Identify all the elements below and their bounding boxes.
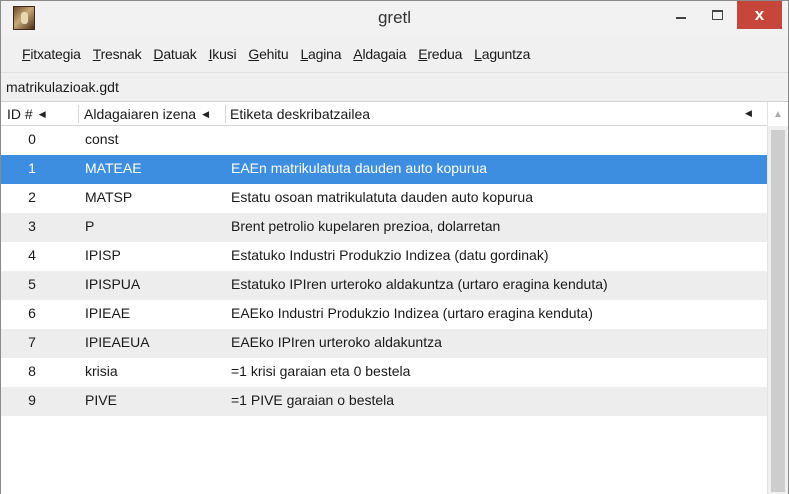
menu-datuak[interactable]: Datuak — [153, 46, 196, 62]
menu-lagina[interactable]: Lagina — [300, 46, 341, 62]
variable-id: 1 — [28, 160, 36, 176]
minimize-icon — [676, 17, 686, 19]
variable-rows: 0 const 1 MATEAE EAEn matrikulatuta dauden a… — [1, 126, 767, 416]
menu-aldagaia[interactable]: Aldagaia — [353, 46, 406, 62]
variable-id: 3 — [28, 218, 36, 234]
menu-label: ehitu — [259, 45, 289, 62]
menu-bar: Fitxategia Tresnak Datuak Ikusi Gehitu L… — [1, 35, 788, 73]
menu-fitxategia[interactable]: Fitxategia — [22, 46, 81, 62]
variable-label: =1 PIVE garaian o bestela — [231, 392, 395, 408]
maximize-icon — [711, 10, 723, 20]
minimize-button[interactable] — [663, 1, 699, 29]
variable-name: IPISP — [85, 247, 121, 263]
column-header-name[interactable]: Aldagaiaren izena ◀ — [84, 102, 224, 126]
menu-accel: L — [474, 45, 482, 62]
menu-accel: D — [153, 45, 164, 62]
variable-label: Brent petrolio kupelaren prezioa, dolarr… — [231, 218, 501, 234]
menu-label: atuak — [163, 45, 197, 62]
scroll-up-icon[interactable]: ▲ — [768, 102, 788, 126]
menu-eredua[interactable]: Eredua — [418, 46, 462, 62]
sort-arrow-icon: ◀ — [202, 108, 210, 119]
variable-row[interactable]: 5 IPISPUA Estatuko IPIren urteroko aldakun… — [1, 271, 767, 300]
variable-name: MATEAE — [85, 160, 142, 176]
column-header-id[interactable]: ID # ◀ — [7, 102, 75, 126]
variable-label: EAEko IPIren urteroko aldakuntza — [231, 334, 442, 350]
variable-row[interactable]: 9 PIVE =1 PIVE garaian o bestela — [1, 387, 767, 416]
variable-row[interactable]: 2 MATSP Estatu osoan matrikulatuta dauden … — [1, 184, 767, 213]
variable-row[interactable]: 3 P Brent petrolio kupelaren prezioa, dola… — [1, 213, 767, 242]
variable-row[interactable]: 6 IPIEAE EAEko Industri Produkzio Indizea … — [1, 300, 767, 329]
gretl-main-window: gretl x Fitxategia Tresnak Datuak Ikusi … — [0, 0, 789, 494]
column-header-id-label: ID # — [7, 106, 33, 122]
maximize-button[interactable] — [699, 1, 735, 29]
variable-label: =1 krisi garaian eta 0 bestela — [231, 363, 411, 379]
variable-label: Estatuko Industri Produkzio Indizea (dat… — [231, 247, 549, 263]
menu-label: aguntza — [481, 45, 531, 62]
column-header-label-text: Etiketa deskribatzailea — [230, 106, 371, 122]
menu-gehitu[interactable]: Gehitu — [248, 46, 288, 62]
variable-list-header: ID # ◀ Aldagaiaren izena ◀ Etiketa deskrib… — [1, 102, 767, 126]
variable-name: const — [85, 131, 119, 147]
column-divider[interactable] — [78, 105, 79, 123]
column-header-name-label: Aldagaiaren izena — [84, 106, 197, 122]
sort-arrow-icon: ◀ — [745, 108, 752, 118]
variable-row[interactable]: 7 IPIEAEUA EAEko IPIren urteroko aldakuntz… — [1, 329, 767, 358]
menu-label: ldagaia — [362, 45, 407, 62]
menu-accel: G — [248, 45, 260, 62]
variable-id: 5 — [28, 276, 36, 292]
variable-label: Estatu osoan matrikulatuta dauden auto k… — [231, 189, 533, 205]
menu-label: resnak — [100, 45, 142, 62]
variable-id: 2 — [28, 189, 36, 205]
close-button[interactable]: x — [737, 1, 782, 29]
variable-label: EAEn matrikulatuta dauden auto kopurua — [231, 160, 488, 176]
menu-ikusi[interactable]: Ikusi — [209, 46, 237, 62]
variable-name: P — [85, 218, 95, 234]
menu-laguntza[interactable]: Laguntza — [474, 46, 530, 62]
menu-label: itxategia — [30, 45, 81, 62]
menu-accel: L — [300, 45, 309, 62]
variable-list: ID # ◀ Aldagaiaren izena ◀ Etiketa deskrib… — [1, 101, 788, 494]
variable-name: PIVE — [85, 392, 117, 408]
variable-row[interactable]: 8 krisia =1 krisi garaian eta 0 bestela — [1, 358, 767, 387]
variable-id: 0 — [28, 131, 36, 147]
sort-arrow-icon: ◀ — [38, 108, 46, 119]
scrollbar-thumb[interactable] — [771, 130, 785, 492]
close-icon: x — [754, 5, 765, 24]
variable-id: 8 — [28, 363, 36, 379]
variable-name: IPIEAEUA — [85, 334, 150, 350]
variable-name: MATSP — [85, 189, 133, 205]
variable-label: EAEko Industri Produkzio Indizea (urtaro… — [231, 305, 593, 321]
variable-id: 7 — [28, 334, 36, 350]
column-divider[interactable] — [225, 105, 226, 123]
title-bar[interactable]: gretl x — [1, 1, 788, 35]
variable-row[interactable]: 0 const — [1, 126, 767, 155]
column-header-label[interactable]: Etiketa deskribatzailea — [230, 102, 750, 126]
menu-label: agina — [308, 45, 342, 62]
variable-row[interactable]: 1 MATEAE EAEn matrikulatuta dauden auto ko… — [1, 155, 767, 184]
vertical-scrollbar[interactable]: ▲ — [767, 102, 788, 494]
variable-id: 6 — [28, 305, 36, 321]
dataset-filename: matrikulazioak.gdt — [1, 73, 788, 101]
variable-id: 4 — [28, 247, 36, 263]
menu-tresnak[interactable]: Tresnak — [93, 46, 142, 62]
variable-id: 9 — [28, 392, 36, 408]
variable-name: IPISPUA — [85, 276, 141, 292]
variable-name: krisia — [85, 363, 118, 379]
menu-accel: T — [92, 45, 101, 62]
menu-label: redua — [427, 45, 463, 62]
menu-label: kusi — [212, 45, 237, 62]
variable-row[interactable]: 4 IPISP Estatuko Industri Produkzio Indize… — [1, 242, 767, 271]
dataset-filename-label: matrikulazioak.gdt — [6, 79, 119, 95]
variable-name: IPIEAE — [85, 305, 131, 321]
menu-accel: E — [418, 45, 428, 62]
variable-label: Estatuko IPIren urteroko aldakuntza (urt… — [231, 276, 608, 292]
